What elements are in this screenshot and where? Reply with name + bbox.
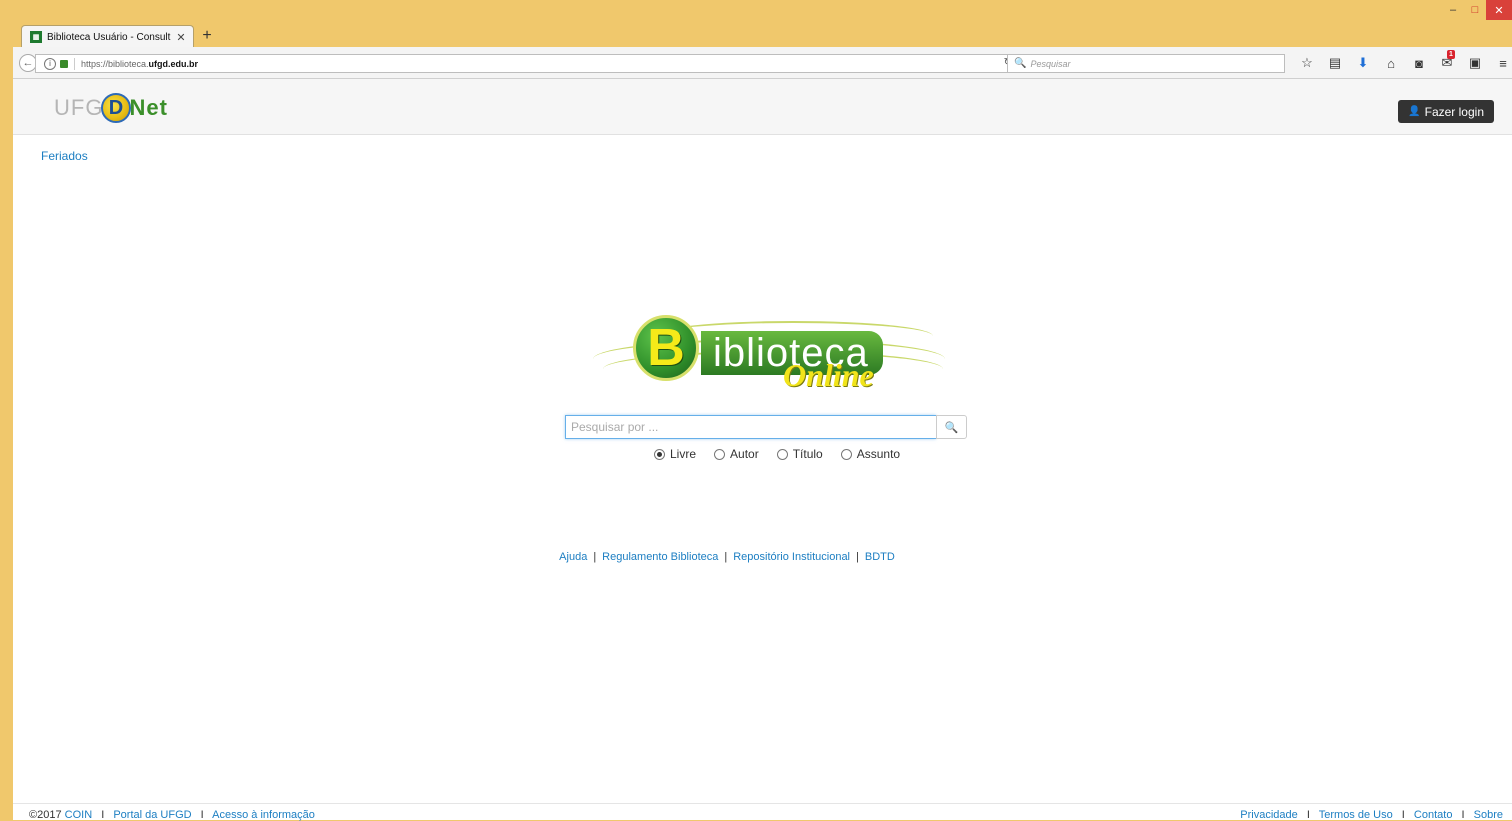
privacidade-link[interactable]: Privacidade xyxy=(1240,809,1297,821)
radio-button[interactable] xyxy=(776,448,788,460)
radio-button[interactable] xyxy=(654,448,665,460)
catalog-search-input[interactable] xyxy=(565,415,936,439)
site-header: UF G D Net 👤 Fazer login xyxy=(13,79,1512,135)
logo-b: B xyxy=(633,315,699,381)
login-button[interactable]: 👤 Fazer login xyxy=(1398,100,1494,123)
pocket-icon[interactable]: ◙ xyxy=(1405,56,1433,71)
footer-left: ©2017 COIN I Portal da UFGD I Acesso à i… xyxy=(29,809,315,821)
radio-label: Título xyxy=(792,447,823,461)
home-icon[interactable]: ⌂ xyxy=(1377,56,1405,71)
radio-label: Assunto xyxy=(856,447,901,461)
reading-list-icon[interactable]: ▤ xyxy=(1321,55,1349,71)
address-separator xyxy=(74,57,75,70)
bookmark-star-icon[interactable]: ☆ xyxy=(1293,55,1321,71)
coin-link[interactable]: COIN xyxy=(65,809,93,821)
footer-separator: I xyxy=(1401,809,1405,821)
screenshot-icon[interactable]: ▣ xyxy=(1461,55,1489,71)
bdtd-link[interactable]: BDTD xyxy=(865,551,895,563)
footer-separator: I xyxy=(101,809,105,821)
minimize-window-button[interactable]: – xyxy=(1442,0,1464,20)
search-icon: 🔍 xyxy=(944,421,959,434)
biblioteca-online-logo: iblioteca B Online xyxy=(593,309,945,401)
portal-ufgd-link[interactable]: Portal da UFGD xyxy=(113,809,191,821)
radio-label: Autor xyxy=(730,447,759,461)
logo-online: Online xyxy=(783,357,874,393)
close-window-button[interactable]: ✕ xyxy=(1486,0,1512,20)
browser-toolbar: ☆ ▤ ⬇ ⌂ ◙ ✉ 1 ▣ ≡ xyxy=(1293,50,1512,71)
search-type-options: Livre Autor Título Assunto xyxy=(654,447,918,461)
copyright: ©2017 xyxy=(29,809,62,821)
catalog-search-button[interactable]: 🔍 xyxy=(936,415,967,439)
radio-assunto[interactable]: Assunto xyxy=(840,447,901,461)
sobre-link[interactable]: Sobre xyxy=(1474,809,1503,821)
radio-label: Livre xyxy=(670,447,697,461)
tab-title: Biblioteca Usuário - Consult xyxy=(47,31,171,43)
browser-search-placeholder: Pesquisar xyxy=(1030,58,1071,69)
arrow-left-icon: ← xyxy=(22,57,34,69)
footer-separator: I xyxy=(200,809,204,821)
radio-button[interactable] xyxy=(714,448,726,460)
footer-right: Privacidade I Termos de Uso I Contato I … xyxy=(1240,809,1503,821)
address-url: https://biblioteca.ufgd.edu.br xyxy=(81,58,199,69)
link-separator: | xyxy=(856,551,859,563)
acesso-informacao-link[interactable]: Acesso à informação xyxy=(212,809,315,821)
browser-navigation-bar: ← i https://biblioteca.ufgd.edu.br ↻ 🔍 P… xyxy=(13,47,1512,79)
site-favicon-icon: ▦ xyxy=(30,31,42,43)
regulamento-link[interactable]: Regulamento Biblioteca xyxy=(602,551,718,563)
globe-icon: D xyxy=(101,93,132,123)
ufgdnet-logo[interactable]: UF G D Net xyxy=(54,93,168,123)
contato-link[interactable]: Contato xyxy=(1414,809,1453,821)
download-icon[interactable]: ⬇ xyxy=(1349,55,1377,71)
feriados-link[interactable]: Feriados xyxy=(41,149,88,163)
notification-badge: 1 xyxy=(1447,50,1455,59)
termos-uso-link[interactable]: Termos de Uso xyxy=(1319,809,1393,821)
radio-titulo[interactable]: Título xyxy=(776,447,823,461)
logo-net: Net xyxy=(129,95,168,120)
user-icon: 👤 xyxy=(1408,106,1421,117)
browser-tab[interactable]: ▦ Biblioteca Usuário - Consult ✕ xyxy=(21,25,194,48)
login-label: Fazer login xyxy=(1424,104,1484,119)
footer-separator: I xyxy=(1306,809,1310,821)
search-icon: 🔍 xyxy=(1014,58,1027,69)
ajuda-link[interactable]: Ajuda xyxy=(559,551,587,563)
page-content: UF G D Net 👤 Fazer login Feriados ibliot… xyxy=(13,79,1512,821)
notifications-icon[interactable]: ✉ 1 xyxy=(1433,50,1461,71)
lock-icon xyxy=(60,59,68,68)
browser-tab-strip: ▦ Biblioteca Usuário - Consult ✕ + – □ ✕ xyxy=(0,0,1512,48)
logo-uf: UF xyxy=(54,95,86,120)
address-bar[interactable]: i https://biblioteca.ufgd.edu.br ↻ xyxy=(35,54,1017,73)
link-separator: | xyxy=(724,551,728,563)
repositorio-link[interactable]: Repositório Institucional xyxy=(733,551,850,563)
browser-search-box[interactable]: 🔍 Pesquisar xyxy=(1007,54,1285,73)
help-links: Ajuda | Regulamento Biblioteca | Repositório… xyxy=(13,551,1441,563)
link-separator: | xyxy=(593,551,597,563)
footer-separator: I xyxy=(1461,809,1465,821)
catalog-search: 🔍 xyxy=(565,415,967,439)
new-tab-button[interactable]: + xyxy=(198,26,216,46)
page-footer: ©2017 COIN I Portal da UFGD I Acesso à i… xyxy=(13,803,1512,821)
maximize-window-button[interactable]: □ xyxy=(1464,0,1486,20)
radio-autor[interactable]: Autor xyxy=(714,447,759,461)
close-tab-icon[interactable]: ✕ xyxy=(175,31,187,44)
radio-livre[interactable]: Livre xyxy=(654,447,696,461)
site-info-icon[interactable]: i xyxy=(44,57,56,70)
hamburger-menu-icon[interactable]: ≡ xyxy=(1489,56,1512,71)
radio-button[interactable] xyxy=(840,448,852,460)
